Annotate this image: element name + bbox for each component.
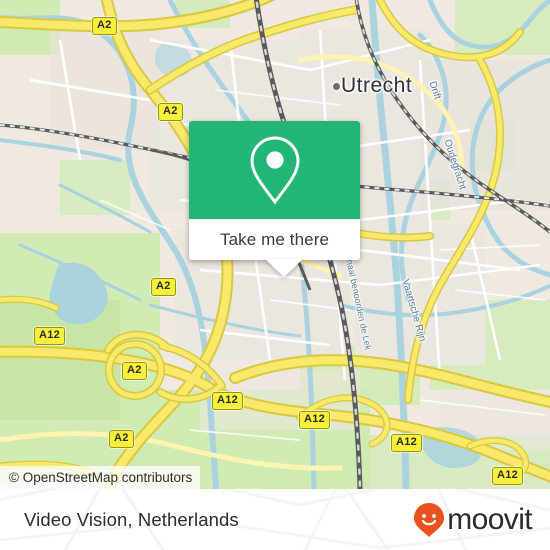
highway-shield-a12-2: A12 (212, 392, 244, 410)
callout-icon-area (189, 121, 360, 219)
moovit-brand[interactable]: moovit (413, 502, 533, 538)
map-screen: Utrecht Drift Oudegracht Kanaal benoorde… (0, 0, 550, 550)
moovit-wordmark: moovit (447, 502, 532, 536)
highway-shield-a2-2: A2 (158, 103, 183, 121)
highway-shield-a12-5: A12 (492, 467, 524, 485)
highway-shield-a2-5: A2 (109, 430, 134, 448)
location-callout-card[interactable]: Take me there (189, 121, 360, 277)
map-attribution[interactable]: © OpenStreetMap contributors (0, 466, 201, 489)
footer-bar: Video Vision, Netherlands moovit (0, 489, 550, 550)
highway-shield-a2-1: A2 (92, 17, 117, 35)
take-me-there-label: Take me there (219, 229, 330, 249)
highway-shield-a2-4: A2 (122, 362, 147, 380)
highway-shield-a12-4: A12 (391, 434, 423, 452)
take-me-there-button[interactable]: Take me there (189, 219, 360, 260)
city-marker-dot (332, 82, 341, 91)
highway-shield-a12-1: A12 (34, 327, 66, 345)
place-name-label: Video Vision, Netherlands (24, 508, 239, 530)
city-label-utrecht: Utrecht (341, 74, 413, 97)
map-pin-icon (249, 136, 300, 205)
map-canvas[interactable]: Utrecht Drift Oudegracht Kanaal benoorde… (0, 0, 550, 489)
highway-shield-a12-3: A12 (299, 411, 331, 429)
moovit-pin-smile-icon (414, 502, 445, 537)
highway-shield-a2-3: A2 (151, 278, 176, 296)
callout-pointer (265, 259, 303, 277)
